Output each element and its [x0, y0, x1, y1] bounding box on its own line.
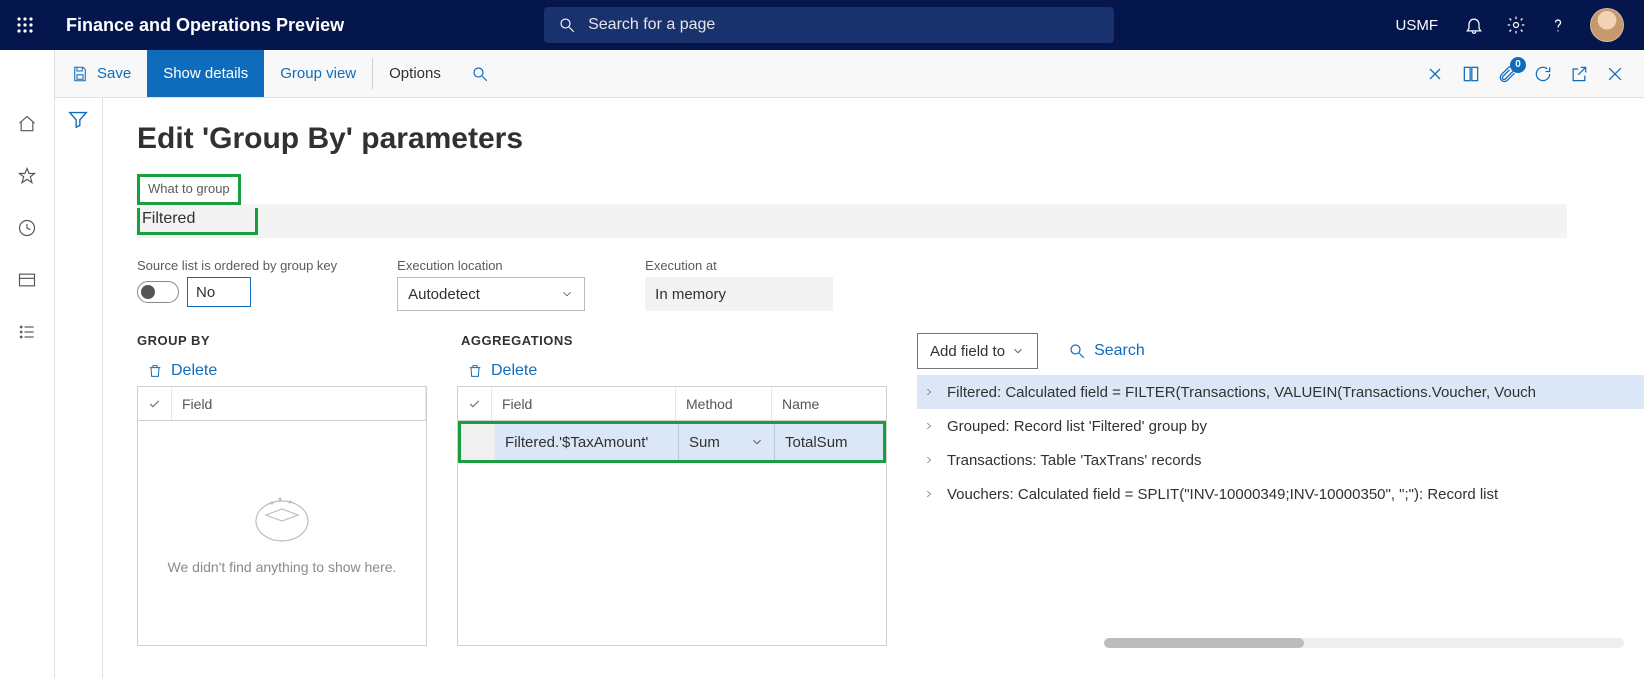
exec-location-label: Execution location — [397, 258, 585, 273]
groupby-check-header[interactable] — [138, 387, 172, 420]
user-avatar[interactable] — [1590, 8, 1624, 42]
nav-rail — [0, 50, 55, 678]
chevron-down-icon — [1011, 344, 1025, 358]
bell-icon[interactable] — [1464, 15, 1484, 35]
save-label: Save — [97, 65, 131, 82]
caret-right-icon — [924, 489, 934, 499]
ordered-value[interactable]: No — [187, 277, 251, 307]
groupby-delete-button[interactable]: Delete — [137, 356, 427, 386]
groupby-empty-text: We didn't find anything to show here. — [168, 559, 397, 575]
show-details-button[interactable]: Show details — [147, 50, 264, 97]
caret-right-icon — [924, 421, 934, 431]
ordered-label: Source list is ordered by group key — [137, 258, 337, 273]
popout-icon[interactable] — [1568, 63, 1590, 85]
attachments-icon[interactable]: 0 — [1496, 63, 1518, 85]
chevron-down-icon — [750, 435, 764, 449]
search-placeholder: Search for a page — [588, 16, 715, 34]
horizontal-scrollbar[interactable] — [1104, 638, 1624, 648]
tree-search-button[interactable]: Search — [1068, 342, 1145, 360]
groupby-grid: Field We didn't find anything to show he… — [137, 386, 427, 646]
exec-at-label: Execution at — [645, 258, 833, 273]
help-icon[interactable] — [1548, 15, 1568, 35]
global-search[interactable]: Search for a page — [544, 7, 1114, 43]
panel-icon[interactable] — [1460, 63, 1482, 85]
app-title: Finance and Operations Preview — [66, 15, 344, 36]
connector-icon[interactable] — [1424, 63, 1446, 85]
agg-row-method[interactable]: Sum — [679, 424, 775, 460]
agg-row-name[interactable]: TotalSum — [775, 424, 883, 460]
recent-icon[interactable] — [7, 208, 47, 248]
tree-item-vouchers[interactable]: Vouchers: Calculated field = SPLIT("INV-… — [917, 477, 1644, 511]
aggregations-panel: AGGREGATIONS Delete Field Method Name — [457, 333, 887, 646]
caret-right-icon — [924, 387, 934, 397]
tree-item-grouped[interactable]: Grouped: Record list 'Filtered' group by — [917, 409, 1644, 443]
agg-check-header[interactable] — [458, 387, 492, 420]
attachments-count-badge: 0 — [1510, 57, 1526, 73]
agg-col-field[interactable]: Field — [492, 387, 676, 420]
groupby-heading: GROUP BY — [137, 333, 427, 348]
group-view-button[interactable]: Group view — [264, 50, 372, 97]
what-to-group-value: Filtered — [137, 208, 258, 235]
agg-col-name[interactable]: Name — [772, 387, 886, 420]
close-icon[interactable] — [1604, 63, 1626, 85]
groupby-col-field[interactable]: Field — [172, 387, 426, 420]
action-bar: Save Show details Group view Options 0 — [0, 50, 1644, 98]
tree-item-filtered[interactable]: Filtered: Calculated field = FILTER(Tran… — [917, 375, 1644, 409]
chevron-down-icon — [560, 287, 574, 301]
tree-item-transactions[interactable]: Transactions: Table 'TaxTrans' records — [917, 443, 1644, 477]
what-to-group-label: What to group — [148, 181, 230, 196]
global-header: Finance and Operations Preview Search fo… — [0, 0, 1644, 50]
aggregations-heading: AGGREGATIONS — [461, 333, 887, 348]
add-field-to-button[interactable]: Add field to — [917, 333, 1038, 369]
company-picker[interactable]: USMF — [1396, 17, 1439, 34]
workspace-icon[interactable] — [7, 260, 47, 300]
exec-location-select[interactable]: Autodetect — [397, 277, 585, 311]
what-to-group-input[interactable]: Filtered — [137, 204, 1567, 238]
aggregations-delete-button[interactable]: Delete — [457, 356, 887, 386]
ordered-toggle[interactable] — [137, 281, 179, 303]
app-launcher-icon[interactable] — [8, 8, 42, 42]
agg-col-method[interactable]: Method — [676, 387, 772, 420]
page-title: Edit 'Group By' parameters — [137, 122, 1644, 156]
modules-icon[interactable] — [7, 312, 47, 352]
options-button[interactable]: Options — [373, 50, 457, 97]
what-to-group-highlight: What to group — [137, 174, 241, 205]
refresh-icon[interactable] — [1532, 63, 1554, 85]
filter-strip — [55, 98, 103, 678]
groupby-panel: GROUP BY Delete Field — [137, 333, 427, 646]
save-button[interactable]: Save — [55, 50, 147, 97]
data-source-tree: Filtered: Calculated field = FILTER(Tran… — [917, 375, 1644, 511]
main-content: Edit 'Group By' parameters What to group… — [103, 98, 1644, 678]
caret-right-icon — [924, 455, 934, 465]
star-icon[interactable] — [7, 156, 47, 196]
aggregations-grid: Field Method Name Filtered.'$TaxAmount' … — [457, 386, 887, 646]
action-search-icon[interactable] — [457, 50, 503, 97]
exec-at-value: In memory — [645, 277, 833, 311]
empty-box-icon — [250, 491, 314, 545]
data-source-tree-panel: Add field to Search Filtered: Calculated… — [917, 333, 1644, 511]
agg-row-field[interactable]: Filtered.'$TaxAmount' — [495, 424, 679, 460]
aggregations-row-selected[interactable]: Filtered.'$TaxAmount' Sum TotalSum — [458, 421, 886, 463]
filter-icon[interactable] — [67, 108, 91, 132]
home-icon[interactable] — [7, 104, 47, 144]
gear-icon[interactable] — [1506, 15, 1526, 35]
